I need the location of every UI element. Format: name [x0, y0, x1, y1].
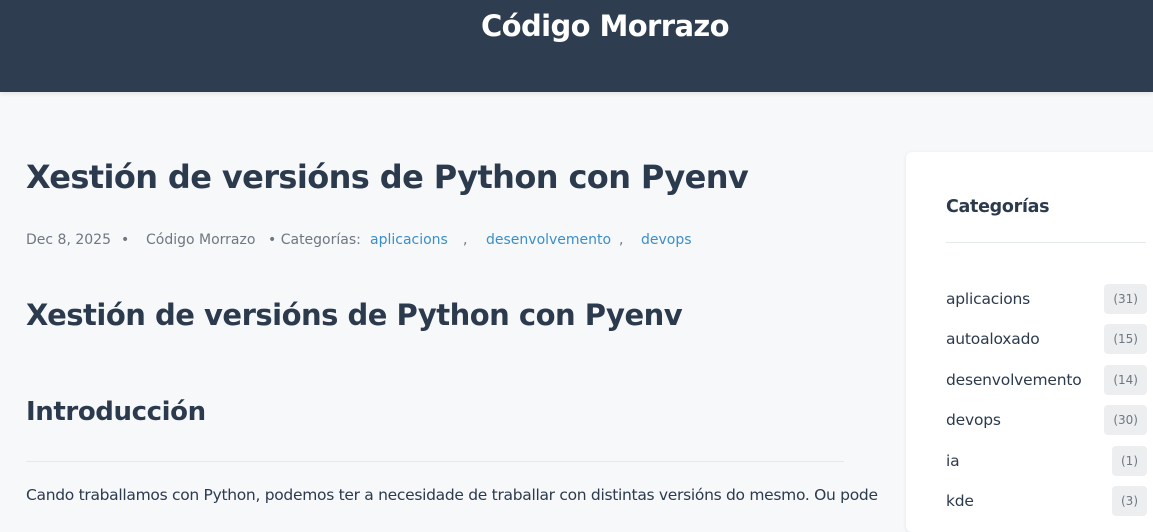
- category-name[interactable]: ia: [946, 452, 960, 470]
- sidebar-item-desenvolvemento[interactable]: desenvolvemento (14): [946, 365, 1147, 395]
- sidebar-divider: [946, 242, 1146, 243]
- section-heading-introduccion: Introducción: [26, 397, 206, 427]
- sidebar-categories: Categorías aplicacions (31) autoaloxado …: [906, 152, 1153, 532]
- category-count-badge: (1): [1112, 446, 1147, 476]
- category-name[interactable]: autoaloxado: [946, 330, 1040, 348]
- category-count-badge: (31): [1104, 284, 1147, 314]
- post-date: Dec 8, 2025: [26, 232, 111, 248]
- category-link-devops[interactable]: devops: [641, 232, 692, 248]
- sidebar-item-autoaloxado[interactable]: autoaloxado (15): [946, 324, 1147, 354]
- categories-label: • Categorías:: [268, 232, 361, 248]
- site-header: Código Morrazo: [0, 0, 1153, 92]
- meta-bullet: •: [121, 232, 130, 248]
- category-separator: ,: [619, 232, 624, 248]
- category-name[interactable]: aplicacions: [946, 290, 1030, 308]
- category-name[interactable]: desenvolvemento: [946, 371, 1082, 389]
- sidebar-item-devops[interactable]: devops (30): [946, 405, 1147, 435]
- category-count-badge: (3): [1112, 486, 1147, 516]
- section-divider: [26, 461, 844, 462]
- category-count-badge: (14): [1104, 365, 1147, 395]
- post-author: Código Morrazo: [146, 232, 256, 248]
- category-name[interactable]: devops: [946, 411, 1001, 429]
- category-count-badge: (30): [1104, 405, 1147, 435]
- content-heading: Xestión de versións de Python con Pyenv: [26, 298, 683, 332]
- sidebar-item-ia[interactable]: ia (1): [946, 446, 1147, 476]
- site-title[interactable]: Código Morrazo: [0, 9, 1153, 43]
- category-link-desenvolvemento[interactable]: desenvolvemento: [486, 232, 611, 248]
- sidebar-title: Categorías: [946, 197, 1050, 217]
- intro-paragraph: Cando traballamos con Python, podemos te…: [26, 486, 878, 504]
- category-count-badge: (15): [1104, 324, 1147, 354]
- category-link-aplicacions[interactable]: aplicacions: [370, 232, 448, 248]
- sidebar-item-aplicacions[interactable]: aplicacions (31): [946, 284, 1147, 314]
- sidebar-item-kde[interactable]: kde (3): [946, 486, 1147, 516]
- category-name[interactable]: kde: [946, 492, 974, 510]
- post-title: Xestión de versións de Python con Pyenv: [26, 158, 749, 196]
- category-separator: ,: [463, 232, 468, 248]
